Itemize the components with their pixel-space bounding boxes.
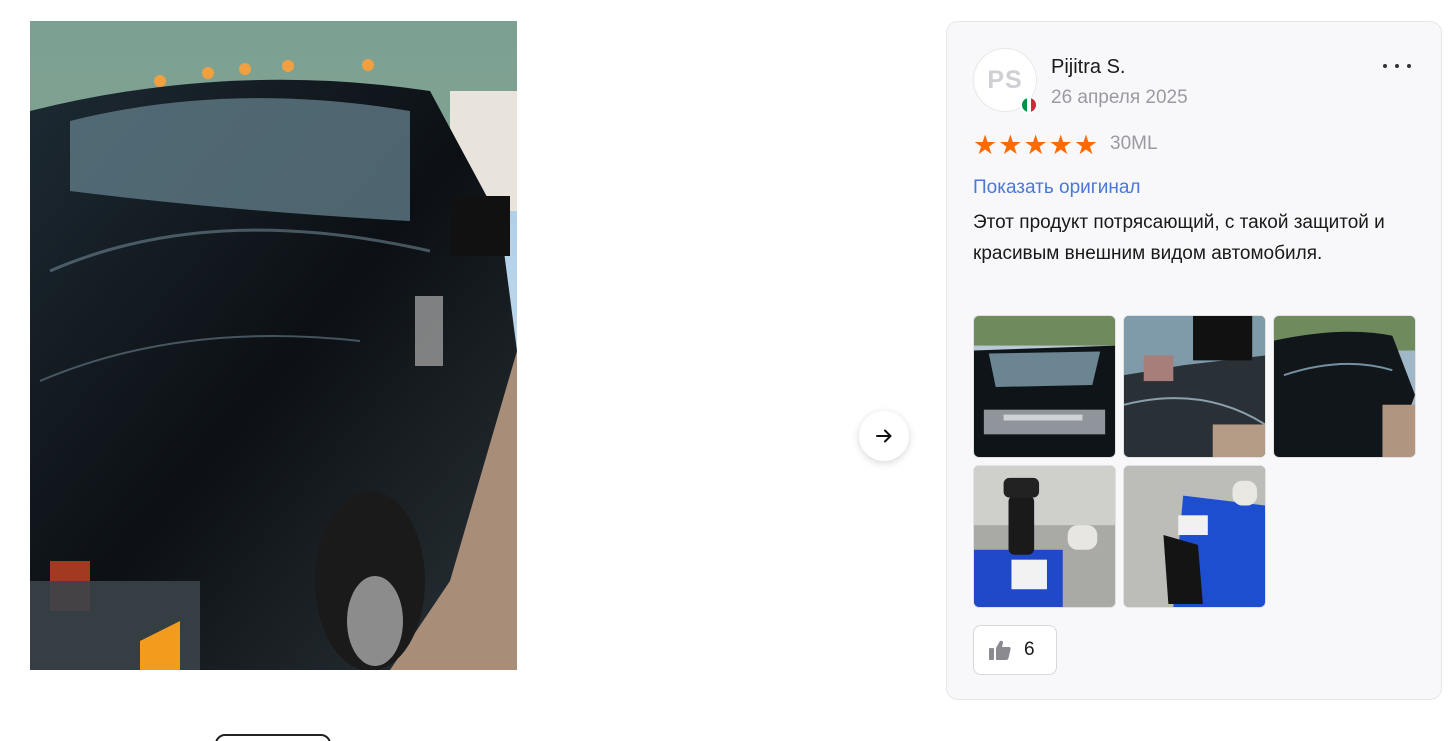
- more-options-button[interactable]: [1383, 56, 1411, 76]
- main-review-photo[interactable]: [30, 21, 517, 670]
- next-image-button[interactable]: [859, 411, 909, 461]
- star-icon: ★: [1048, 130, 1073, 160]
- review-photo-thumbnail[interactable]: [1123, 315, 1266, 458]
- rating-stars: ★ ★ ★ ★ ★: [973, 131, 1098, 159]
- review-photo-thumbnails: [973, 315, 1417, 608]
- bottom-thumbnail-selector[interactable]: [215, 734, 331, 741]
- star-icon: ★: [1073, 130, 1099, 160]
- like-count: 6: [1024, 639, 1035, 660]
- thumbs-up-icon: [989, 640, 1011, 660]
- review-text: Этот продукт потрясающий, с такой защито…: [973, 212, 1385, 264]
- review-photo-thumbnail[interactable]: [1273, 315, 1416, 458]
- review-photo-thumbnail[interactable]: [973, 315, 1116, 458]
- italy-flag-icon: [1020, 96, 1038, 114]
- show-original-link[interactable]: Показать оригинал: [973, 177, 1140, 199]
- star-icon: ★: [1023, 130, 1048, 160]
- review-date: 26 апреля 2025: [1051, 87, 1188, 108]
- like-button[interactable]: 6: [973, 625, 1057, 675]
- product-variant: 30ML: [1110, 133, 1158, 154]
- arrow-right-icon: [876, 429, 892, 443]
- star-icon: ★: [973, 130, 998, 160]
- review-photo-thumbnail[interactable]: [1123, 465, 1266, 608]
- more-dots-icon: [1383, 64, 1411, 68]
- review-photo-thumbnail[interactable]: [973, 465, 1116, 608]
- avatar-initials: PS: [987, 65, 1023, 94]
- star-icon: ★: [998, 130, 1023, 160]
- review-card: PS Pijitra S. 26 апреля 2025 ★ ★ ★ ★ ★ 3…: [946, 21, 1442, 700]
- author-name: Pijitra S.: [1051, 56, 1126, 78]
